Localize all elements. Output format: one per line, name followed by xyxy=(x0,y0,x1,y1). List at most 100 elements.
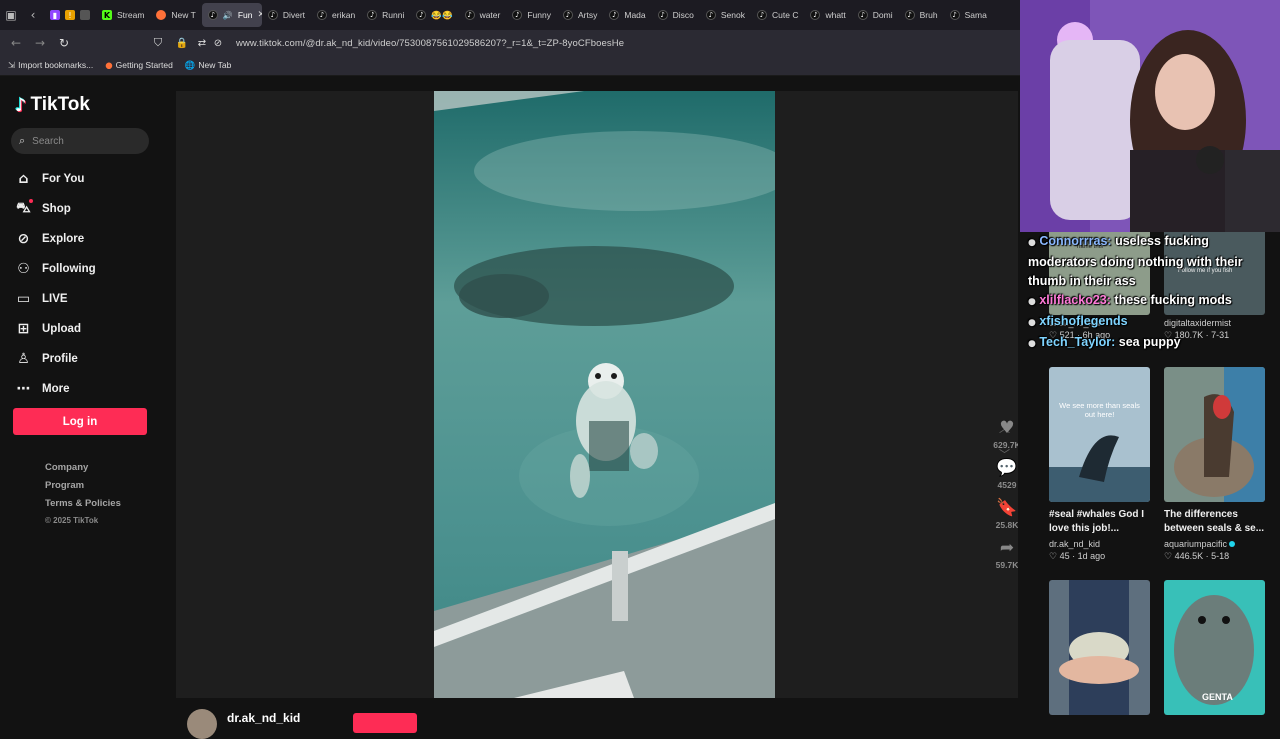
tab-favicon xyxy=(80,10,90,20)
back-icon[interactable]: ← xyxy=(4,36,28,50)
tiktok-icon: ♪ xyxy=(512,10,523,20)
related-video-card[interactable]: GENTA xyxy=(1164,580,1266,715)
browser-tab[interactable]: ♪ Cute C xyxy=(751,3,804,27)
tiktok-icon: ♪ xyxy=(810,10,821,20)
related-meta: ♡ 446.5K · 5-18 xyxy=(1164,551,1230,562)
tiktok-icon: ♪ xyxy=(267,10,278,20)
more-icon: ⋯ xyxy=(16,381,31,397)
home-icon: ⌂ xyxy=(18,171,29,187)
chat-message: ● xlilflacko23: these fucking mods xyxy=(1028,293,1232,307)
browser-tab[interactable]: ♪ Mada xyxy=(603,3,651,27)
tiktok-icon: ♪ xyxy=(904,10,915,20)
related-video-card[interactable] xyxy=(1049,580,1151,715)
footer-link-program[interactable]: Program xyxy=(45,480,121,498)
browser-tab[interactable]: New T xyxy=(150,3,201,27)
browser-tab-active[interactable]: ♪ 🔊 Fun ✕ xyxy=(201,3,262,27)
browser-tab[interactable]: ♪ whatt xyxy=(804,3,851,27)
browser-tab[interactable]: ♪ Bruh xyxy=(899,3,944,27)
tiktok-icon: ♪ xyxy=(464,10,475,20)
tab-label: Bruh xyxy=(919,10,938,20)
speaker-icon[interactable]: 🔊 xyxy=(223,10,233,20)
sea-lion-thumbnail-image xyxy=(1164,367,1265,502)
browser-tab[interactable]: ♪ Artsy xyxy=(557,3,603,27)
login-button[interactable]: Log in xyxy=(13,408,147,435)
tab-label: erikan xyxy=(332,10,356,20)
related-thumbnail xyxy=(1049,580,1150,715)
tab-label: Cute C xyxy=(772,10,799,20)
author-name[interactable]: dr.ak_nd_kid xyxy=(227,711,300,725)
menu-item-explore[interactable]: ⊘ Explore xyxy=(15,224,96,254)
browser-tab[interactable]: ♪ Runni xyxy=(361,3,410,27)
related-thumbnail: GENTA xyxy=(1164,580,1265,715)
browser-tab[interactable]: ♪ 😂😂 xyxy=(410,3,458,27)
related-user: aquariumpacific xyxy=(1164,539,1266,549)
tab-label: whatt xyxy=(825,10,846,20)
related-video-card[interactable]: We see more than seals out here! #seal #… xyxy=(1049,367,1151,562)
menu-item-more[interactable]: ⋯ More xyxy=(15,374,96,404)
reload-icon[interactable]: ↻ xyxy=(52,36,76,50)
follow-button[interactable] xyxy=(353,713,417,733)
video-player[interactable] xyxy=(176,91,1018,698)
related-user: dr.ak_nd_kid xyxy=(1049,539,1101,549)
globe-icon: 🌐 xyxy=(184,61,196,71)
firefox-icon xyxy=(156,10,167,20)
tiktok-logo[interactable]: ♪ TikTok xyxy=(15,94,90,116)
chat-message: ● xfishoflegends xyxy=(1028,314,1128,328)
main-menu: ⌂ For You ⛍ Shop ⊘ Explore ⚇ Following ▭ LIVE… xyxy=(15,164,96,404)
browser-tab[interactable]: ♪ Funny xyxy=(506,3,557,27)
video-frame[interactable] xyxy=(434,91,775,698)
menu-item-live[interactable]: ▭ LIVE xyxy=(15,284,96,314)
bookmark-import[interactable]: ⇲ Import bookmarks... xyxy=(8,60,93,71)
chat-badge-icon: ● xyxy=(1028,297,1036,307)
browser-tab[interactable]: ♪ Disco xyxy=(652,3,700,27)
mute-icon[interactable]: ⊘ xyxy=(210,38,226,49)
browser-tab[interactable]: ♪ Domi xyxy=(852,3,899,27)
browser-tab[interactable]: ♪ erikan xyxy=(311,3,361,27)
tab-overview-icon[interactable]: ▣ xyxy=(0,0,22,30)
bookmark-getting-started[interactable]: ● Getting Started xyxy=(105,60,173,71)
shopping-bag-icon: ⛍ xyxy=(15,199,33,218)
url-field[interactable]: www.tiktok.com/@dr.ak_nd_kid/video/75300… xyxy=(236,38,624,49)
forward-icon[interactable]: → xyxy=(28,36,52,50)
menu-item-shop[interactable]: ⛍ Shop xyxy=(15,194,96,224)
tab-label: Funny xyxy=(527,10,551,20)
related-thumbnail xyxy=(1164,367,1265,502)
bookmark-new-tab[interactable]: 🌐 New Tab xyxy=(185,60,232,71)
streamer-webcam xyxy=(1020,0,1280,232)
live-icon: ▭ xyxy=(16,291,31,307)
menu-item-following[interactable]: ⚇ Following xyxy=(15,254,95,284)
browser-tab[interactable]: ♪ water xyxy=(459,3,507,27)
chat-badge-icon: ● xyxy=(1028,339,1036,349)
tab-scroll-left-icon[interactable]: ‹ xyxy=(22,0,44,30)
permissions-icon[interactable]: ⇄ xyxy=(194,38,210,49)
tab-label: Runni xyxy=(382,10,405,20)
following-icon: ⚇ xyxy=(17,261,30,277)
menu-item-profile[interactable]: ♙ Profile xyxy=(15,344,96,374)
twitch-icon: ▮ xyxy=(50,10,60,20)
lock-icon[interactable]: 🔒 xyxy=(170,38,194,49)
browser-tab[interactable]: ♪ Senok xyxy=(700,3,751,27)
search-box[interactable]: ⌕ xyxy=(11,128,149,154)
tiktok-icon: ♪ xyxy=(609,10,620,20)
compass-icon: ⊘ xyxy=(17,231,30,247)
tiktok-icon: ♪ xyxy=(317,10,328,20)
footer-link-company[interactable]: Company xyxy=(45,462,121,480)
tab-label: water xyxy=(479,10,501,20)
firefox-icon: ● xyxy=(105,61,113,71)
browser-tab[interactable]: ▮! xyxy=(44,3,96,27)
tab-label: New T xyxy=(171,10,196,20)
footer-link-terms[interactable]: Terms & Policies xyxy=(45,498,121,516)
search-input[interactable] xyxy=(32,135,133,147)
author-avatar[interactable] xyxy=(187,709,217,739)
webcam-image xyxy=(1020,0,1280,232)
menu-item-upload[interactable]: ⊞ Upload xyxy=(15,314,96,344)
browser-tab[interactable]: ♪ Divert xyxy=(262,3,311,27)
tiktok-sidebar: ♪TikTok ⌕ ⌂For You ⛍Shop ⊘Explore ⚇Follo… xyxy=(0,76,176,720)
menu-item-for-you[interactable]: ⌂ For You xyxy=(15,164,96,194)
tiktok-icon: ♪ xyxy=(657,10,668,20)
browser-tab[interactable]: K Stream xyxy=(96,3,150,27)
related-thumbnail: We see more than seals out here! xyxy=(1049,367,1150,502)
related-video-card[interactable]: The differences between seals & se... aq… xyxy=(1164,367,1266,562)
shield-icon[interactable]: ⛉ xyxy=(146,36,170,50)
browser-tab[interactable]: ♪ Sama xyxy=(944,3,993,27)
